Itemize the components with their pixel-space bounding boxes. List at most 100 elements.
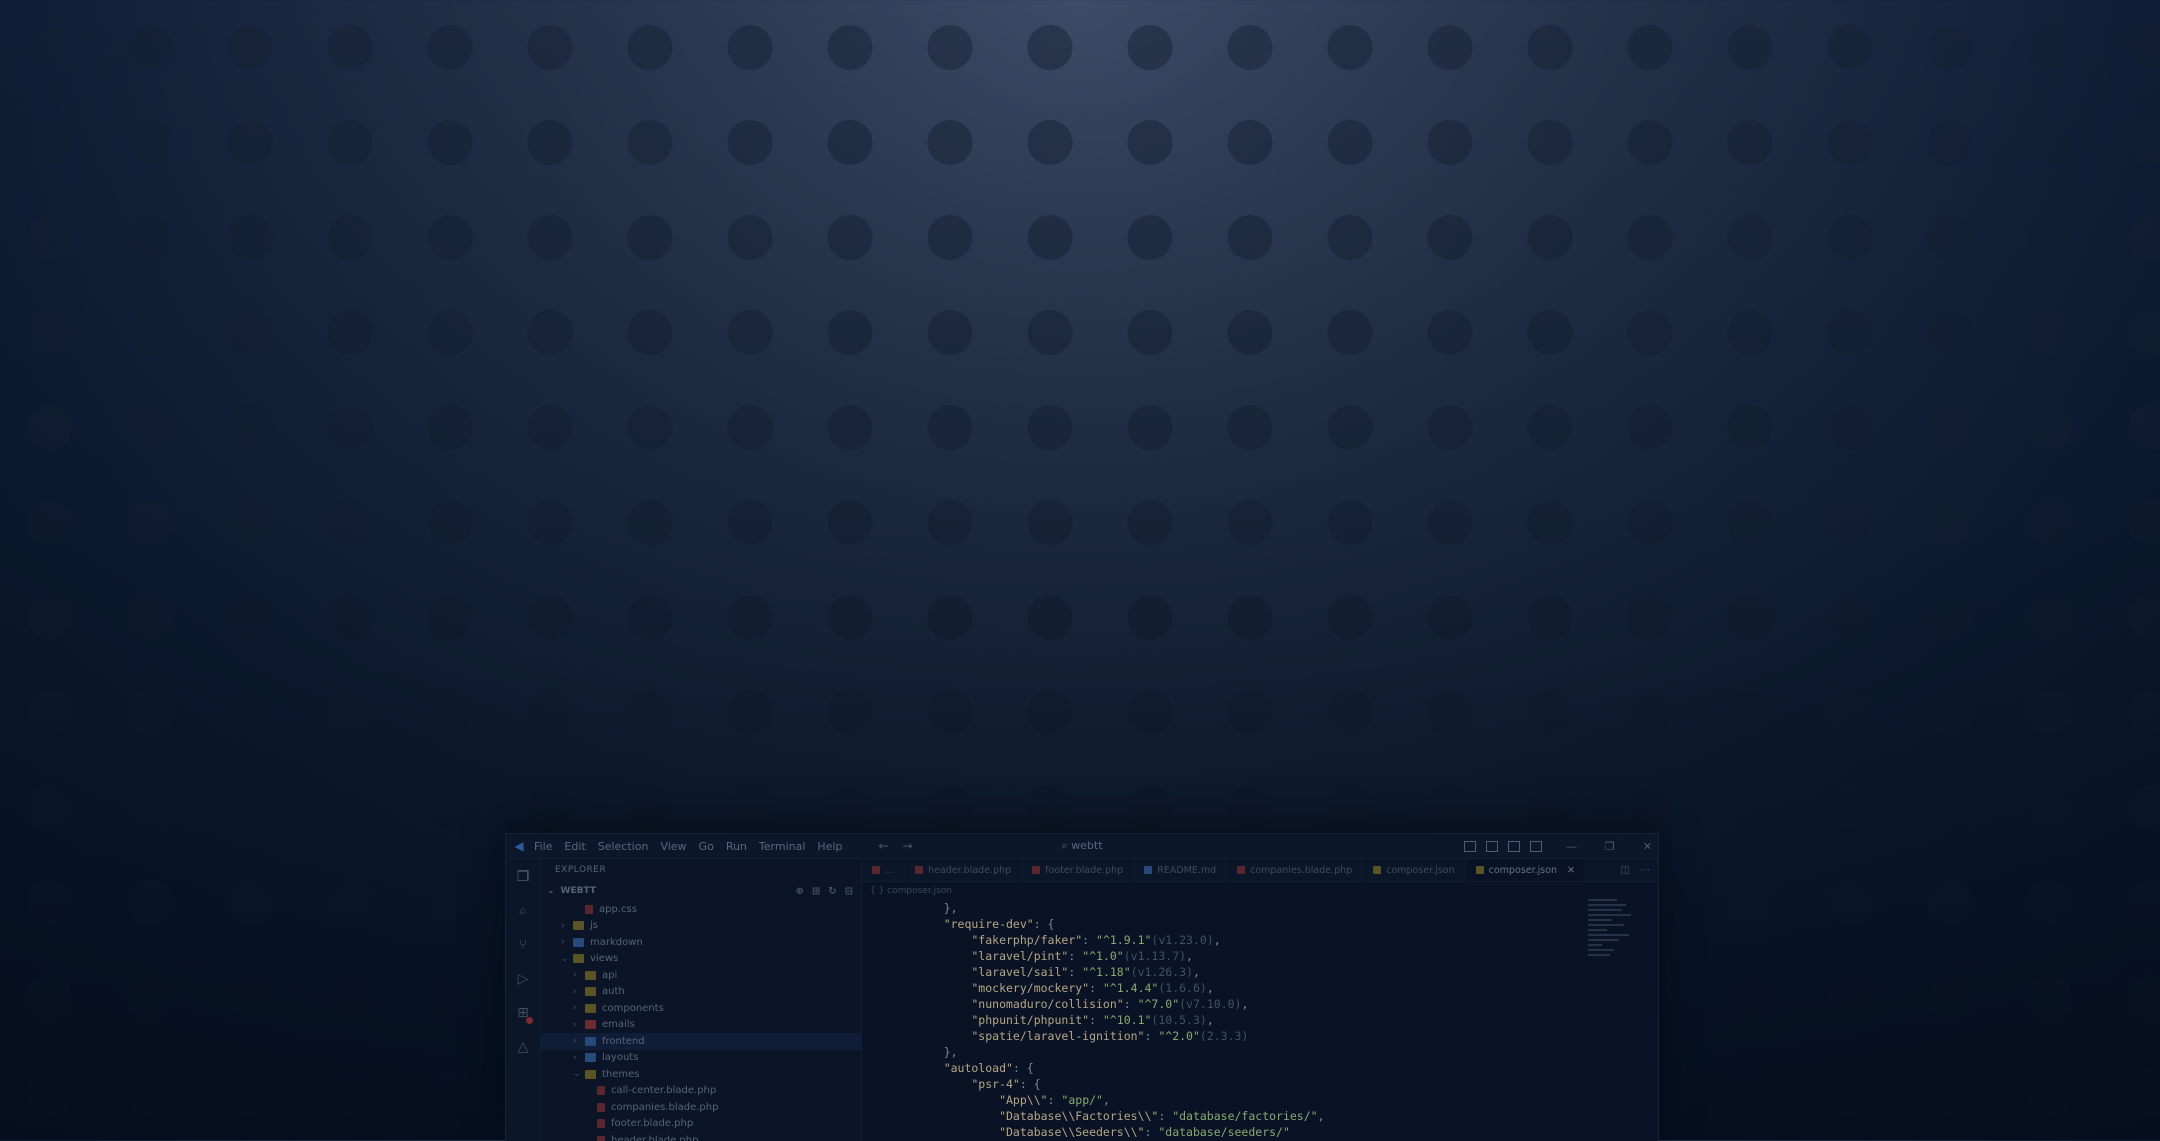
code-token: (10.5.3) — [1151, 1013, 1207, 1027]
menu-item-edit[interactable]: Edit — [564, 840, 585, 853]
editor-tab[interactable]: README.md — [1134, 859, 1228, 881]
code-token: "autoload" — [916, 1061, 1013, 1075]
tree-item[interactable]: footer.blade.php — [541, 1116, 861, 1133]
code-token: }, — [916, 901, 958, 915]
code-line: "psr-4": { — [862, 1076, 1658, 1092]
tree-item[interactable]: companies.blade.php — [541, 1099, 861, 1116]
tree-item[interactable]: › api — [541, 967, 861, 984]
code-token: (v1.26.3) — [1130, 965, 1193, 979]
code-token: "mockery/mockery" — [916, 981, 1090, 995]
code-line: "require-dev": { — [862, 916, 1658, 932]
customize-layout-icon[interactable] — [1529, 840, 1542, 852]
new-folder-icon[interactable]: ⊞ — [812, 886, 820, 897]
code-token: (1.6.6) — [1158, 981, 1207, 995]
tree-item[interactable]: › js — [541, 918, 861, 935]
more-actions-icon[interactable]: ⋯ — [1640, 865, 1650, 876]
folder-icon — [573, 954, 584, 964]
menu-item-selection[interactable]: Selection — [598, 840, 649, 853]
code-token: "^7.0" — [1137, 997, 1180, 1011]
code-token: "Database\\Factories\\" — [916, 1109, 1159, 1123]
explorer-header: EXPLORER — [555, 865, 607, 875]
code-token: "App\\" — [916, 1093, 1048, 1107]
menu-item-terminal[interactable]: Terminal — [759, 840, 806, 853]
chevron-right-icon: › — [573, 1019, 577, 1030]
editor-tab[interactable]: composer.json — [1363, 859, 1466, 881]
file-type-icon — [1144, 866, 1153, 874]
menu-item-view[interactable]: View — [660, 840, 686, 853]
restore-icon[interactable]: ❐ — [1605, 840, 1615, 853]
file-type-icon — [1032, 866, 1041, 874]
back-arrow-icon[interactable]: ← — [878, 839, 888, 853]
vscode-logo-icon: ◀ — [514, 839, 524, 853]
code-token: : { — [1033, 917, 1055, 931]
code-line: "laravel/pint": "^1.0" (v1.13.7), — [862, 948, 1658, 964]
tree-item[interactable]: ⌄ themes — [541, 1066, 861, 1083]
tree-item[interactable]: › auth — [541, 984, 861, 1001]
code-token: "require-dev" — [916, 917, 1034, 931]
project-section[interactable]: ⌄ WEBTT ⊕ ⊞ ↻ ⊟ — [541, 881, 861, 901]
editor-tab[interactable]: header.blade.php — [905, 859, 1023, 881]
tree-item[interactable]: › frontend — [541, 1033, 861, 1050]
split-editor-icon[interactable]: ◫ — [1621, 865, 1630, 876]
tree-item-label: layouts — [602, 1052, 639, 1064]
editor-tab[interactable]: companies.blade.php — [1227, 859, 1364, 881]
editor-tab[interactable]: composer.json ✕ — [1465, 859, 1587, 881]
code-editor[interactable]: }, "require-dev": { "fakerphp/faker": "^… — [862, 900, 1658, 1140]
extensions-icon[interactable]: ⊞ — [517, 1005, 533, 1024]
new-file-icon[interactable]: ⊕ — [795, 886, 803, 897]
minimap[interactable] — [1588, 899, 1636, 989]
toggle-panel-icon[interactable] — [1485, 840, 1498, 852]
file-type-icon — [872, 866, 880, 874]
file-type-icon — [1373, 866, 1382, 874]
run-debug-icon[interactable]: ▷ — [518, 971, 529, 987]
code-token: , — [1206, 981, 1214, 995]
editor-tab[interactable]: footer.blade.php — [1022, 859, 1135, 881]
code-token: "^10.1" — [1102, 1013, 1152, 1027]
code-token: : — [1144, 1125, 1159, 1139]
remote-icon[interactable]: △ — [518, 1039, 529, 1055]
tree-item[interactable]: call-center.blade.php — [541, 1083, 861, 1100]
menu-item-file[interactable]: File — [534, 840, 552, 853]
tree-item[interactable]: ⌄ views — [541, 951, 861, 968]
folder-icon — [573, 937, 584, 947]
folder-icon — [585, 1036, 596, 1046]
tree-item[interactable]: › emails — [541, 1017, 861, 1034]
close-window-icon[interactable]: ✕ — [1643, 840, 1652, 853]
editor-tab[interactable]: ... — [862, 859, 906, 881]
chevron-down-icon: ⌄ — [561, 953, 569, 964]
refresh-icon[interactable]: ↻ — [828, 886, 836, 897]
explorer-icon[interactable]: ❐ — [517, 869, 530, 885]
code-token: , — [1206, 1013, 1214, 1027]
search-icon[interactable]: ⌕ — [519, 903, 527, 919]
toggle-sidebar-icon[interactable] — [1463, 840, 1476, 852]
code-token: }, — [916, 1045, 958, 1059]
tree-item-label: js — [590, 920, 598, 932]
menu-item-help[interactable]: Help — [817, 840, 842, 853]
source-control-icon[interactable]: ⑂ — [519, 937, 527, 953]
code-token: , — [1192, 965, 1200, 979]
toggle-secondary-sidebar-icon[interactable] — [1507, 840, 1520, 852]
tree-item[interactable]: app.css — [541, 901, 861, 918]
forward-arrow-icon[interactable]: → — [903, 839, 913, 853]
file-type-icon — [1237, 866, 1246, 874]
collapse-all-icon[interactable]: ⊟ — [845, 886, 853, 897]
code-token: , — [1213, 933, 1221, 947]
breadcrumb[interactable]: { } composer.json — [862, 882, 1658, 900]
menu-item-run[interactable]: Run — [726, 840, 747, 853]
code-token: , — [1102, 1093, 1110, 1107]
chevron-right-icon: › — [573, 986, 577, 997]
code-token: (v1.13.7) — [1123, 949, 1187, 963]
code-line: "nunomaduro/collision": "^7.0" (v7.10.0), — [862, 996, 1658, 1012]
tree-item[interactable]: › markdown — [541, 934, 861, 951]
minimize-icon[interactable]: — — [1566, 840, 1577, 853]
code-line: "Database\\Factories\\": "database/facto… — [862, 1108, 1658, 1124]
folder-icon — [585, 1020, 596, 1030]
close-tab-icon[interactable]: ✕ — [1567, 865, 1575, 876]
menu-item-go[interactable]: Go — [699, 840, 714, 853]
tree-item[interactable]: › layouts — [541, 1050, 861, 1067]
chevron-right-icon: › — [573, 1036, 577, 1047]
code-token: "app/" — [1061, 1093, 1103, 1107]
folder-icon — [585, 970, 596, 980]
tree-item-label: companies.blade.php — [611, 1101, 719, 1113]
tree-item[interactable]: › components — [541, 1000, 861, 1017]
